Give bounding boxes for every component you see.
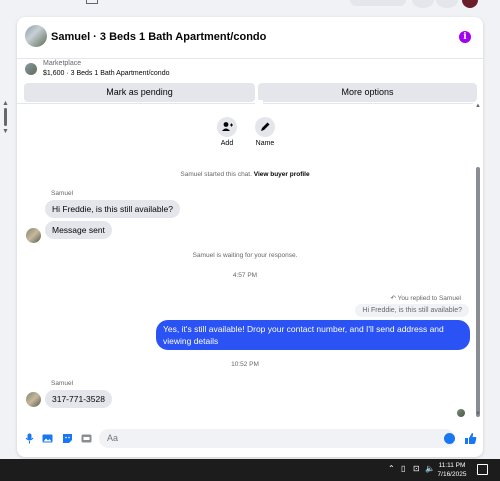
add-person-icon[interactable] — [217, 117, 237, 137]
page-scrollbar[interactable]: ▲ ▼ — [0, 100, 10, 140]
outgoing-message[interactable]: Yes, it's still available! Drop your con… — [156, 320, 470, 350]
scroll-down-icon[interactable]: ▼ — [475, 411, 481, 417]
app-top-bar — [0, 0, 500, 12]
chevron-up-icon[interactable]: ⌃ — [388, 464, 395, 476]
chat-panel: Samuel · 3 Beds 1 Bath Apartment/condo i… — [17, 17, 483, 457]
scroll-thumb[interactable] — [476, 167, 480, 417]
more-options-button[interactable]: More options — [258, 83, 477, 102]
info-icon[interactable]: i — [459, 31, 471, 43]
device-icon[interactable]: ▯ — [401, 464, 405, 476]
name-action[interactable]: Name — [245, 117, 285, 147]
scroll-up-icon[interactable]: ▲ — [475, 103, 481, 109]
message-list: Add Name Samuel started this chat. View … — [17, 100, 473, 421]
incoming-message[interactable]: Hi Freddie, is this still available? — [45, 200, 180, 218]
message-input[interactable] — [99, 429, 455, 448]
replied-text: You replied to Samuel — [397, 295, 461, 302]
sticker-icon[interactable] — [62, 433, 73, 444]
clock-time: 11:11 PM — [438, 462, 466, 469]
message-scrollbar[interactable]: ▲ ▼ — [474, 103, 482, 421]
emoji-icon[interactable] — [444, 433, 455, 444]
timestamp: 4:57 PM — [232, 272, 258, 279]
menu-icon[interactable] — [412, 0, 434, 8]
sender-avatar[interactable] — [26, 228, 41, 243]
view-buyer-profile-link[interactable]: View buyer profile — [254, 171, 310, 178]
reply-arrow-icon: ↶ — [390, 295, 398, 302]
seen-avatar — [457, 409, 465, 417]
listing-summary[interactable]: $1,600 · 3 Beds 1 Bath Apartment/condo — [43, 70, 169, 77]
collapse-handle[interactable] — [255, 100, 263, 106]
marketplace-label: Marketplace — [43, 60, 82, 67]
add-label: Add — [220, 140, 234, 147]
pencil-icon[interactable] — [255, 117, 275, 137]
chat-title[interactable]: Samuel · 3 Beds 1 Bath Apartment/condo — [51, 31, 266, 43]
scroll-down-icon[interactable]: ▼ — [2, 128, 9, 135]
scroll-up-icon[interactable]: ▲ — [2, 100, 9, 107]
listing-mini-thumbnail — [25, 63, 37, 75]
microphone-icon[interactable] — [24, 433, 35, 444]
name-label: Name — [255, 140, 275, 147]
scroll-thumb[interactable] — [4, 108, 7, 126]
sender-avatar[interactable] — [26, 392, 41, 407]
replied-indicator: ↶ You replied to Samuel — [391, 294, 462, 302]
waiting-notice: Samuel is waiting for your response. — [192, 252, 298, 259]
chat-started-text: Samuel started this chat. — [180, 171, 252, 178]
profile-avatar[interactable] — [462, 0, 478, 8]
chat-header: Samuel · 3 Beds 1 Bath Apartment/condo i — [17, 17, 483, 59]
chat-started-notice: Samuel started this chat. View buyer pro… — [17, 171, 473, 178]
mark-pending-button[interactable]: Mark as pending — [24, 83, 255, 102]
incoming-message[interactable]: 317-771-3528 — [45, 390, 112, 408]
messenger-icon[interactable] — [436, 0, 458, 8]
add-action[interactable]: Add — [207, 117, 247, 147]
like-icon[interactable] — [464, 432, 477, 445]
taskbar: ⌃ ▯ ⊡ 🔈 11:11 PM 7/16/2025 — [0, 459, 500, 481]
clock-date: 7/16/2025 — [437, 471, 467, 478]
quoted-message[interactable]: Hi Freddie, is this still available? — [355, 304, 469, 317]
divider — [17, 100, 473, 106]
screen: ▲ ▼ Samuel · 3 Beds 1 Bath Apartment/con… — [0, 0, 500, 481]
composer — [17, 421, 483, 457]
sender-name: Samuel — [51, 190, 74, 197]
network-icon[interactable]: ⊡ — [413, 464, 420, 476]
gif-icon[interactable] — [81, 433, 92, 444]
taskbar-clock[interactable]: 11:11 PM 7/16/2025 — [432, 461, 472, 479]
search-pill[interactable] — [350, 0, 406, 6]
grid-icon[interactable] — [86, 0, 98, 4]
photo-icon[interactable] — [42, 433, 53, 444]
sender-name: Samuel — [51, 380, 74, 387]
timestamp: 10:52 PM — [231, 361, 259, 368]
listing-thumbnail[interactable] — [25, 25, 47, 47]
incoming-message[interactable]: Message sent — [45, 221, 112, 239]
notification-icon[interactable] — [477, 464, 488, 475]
